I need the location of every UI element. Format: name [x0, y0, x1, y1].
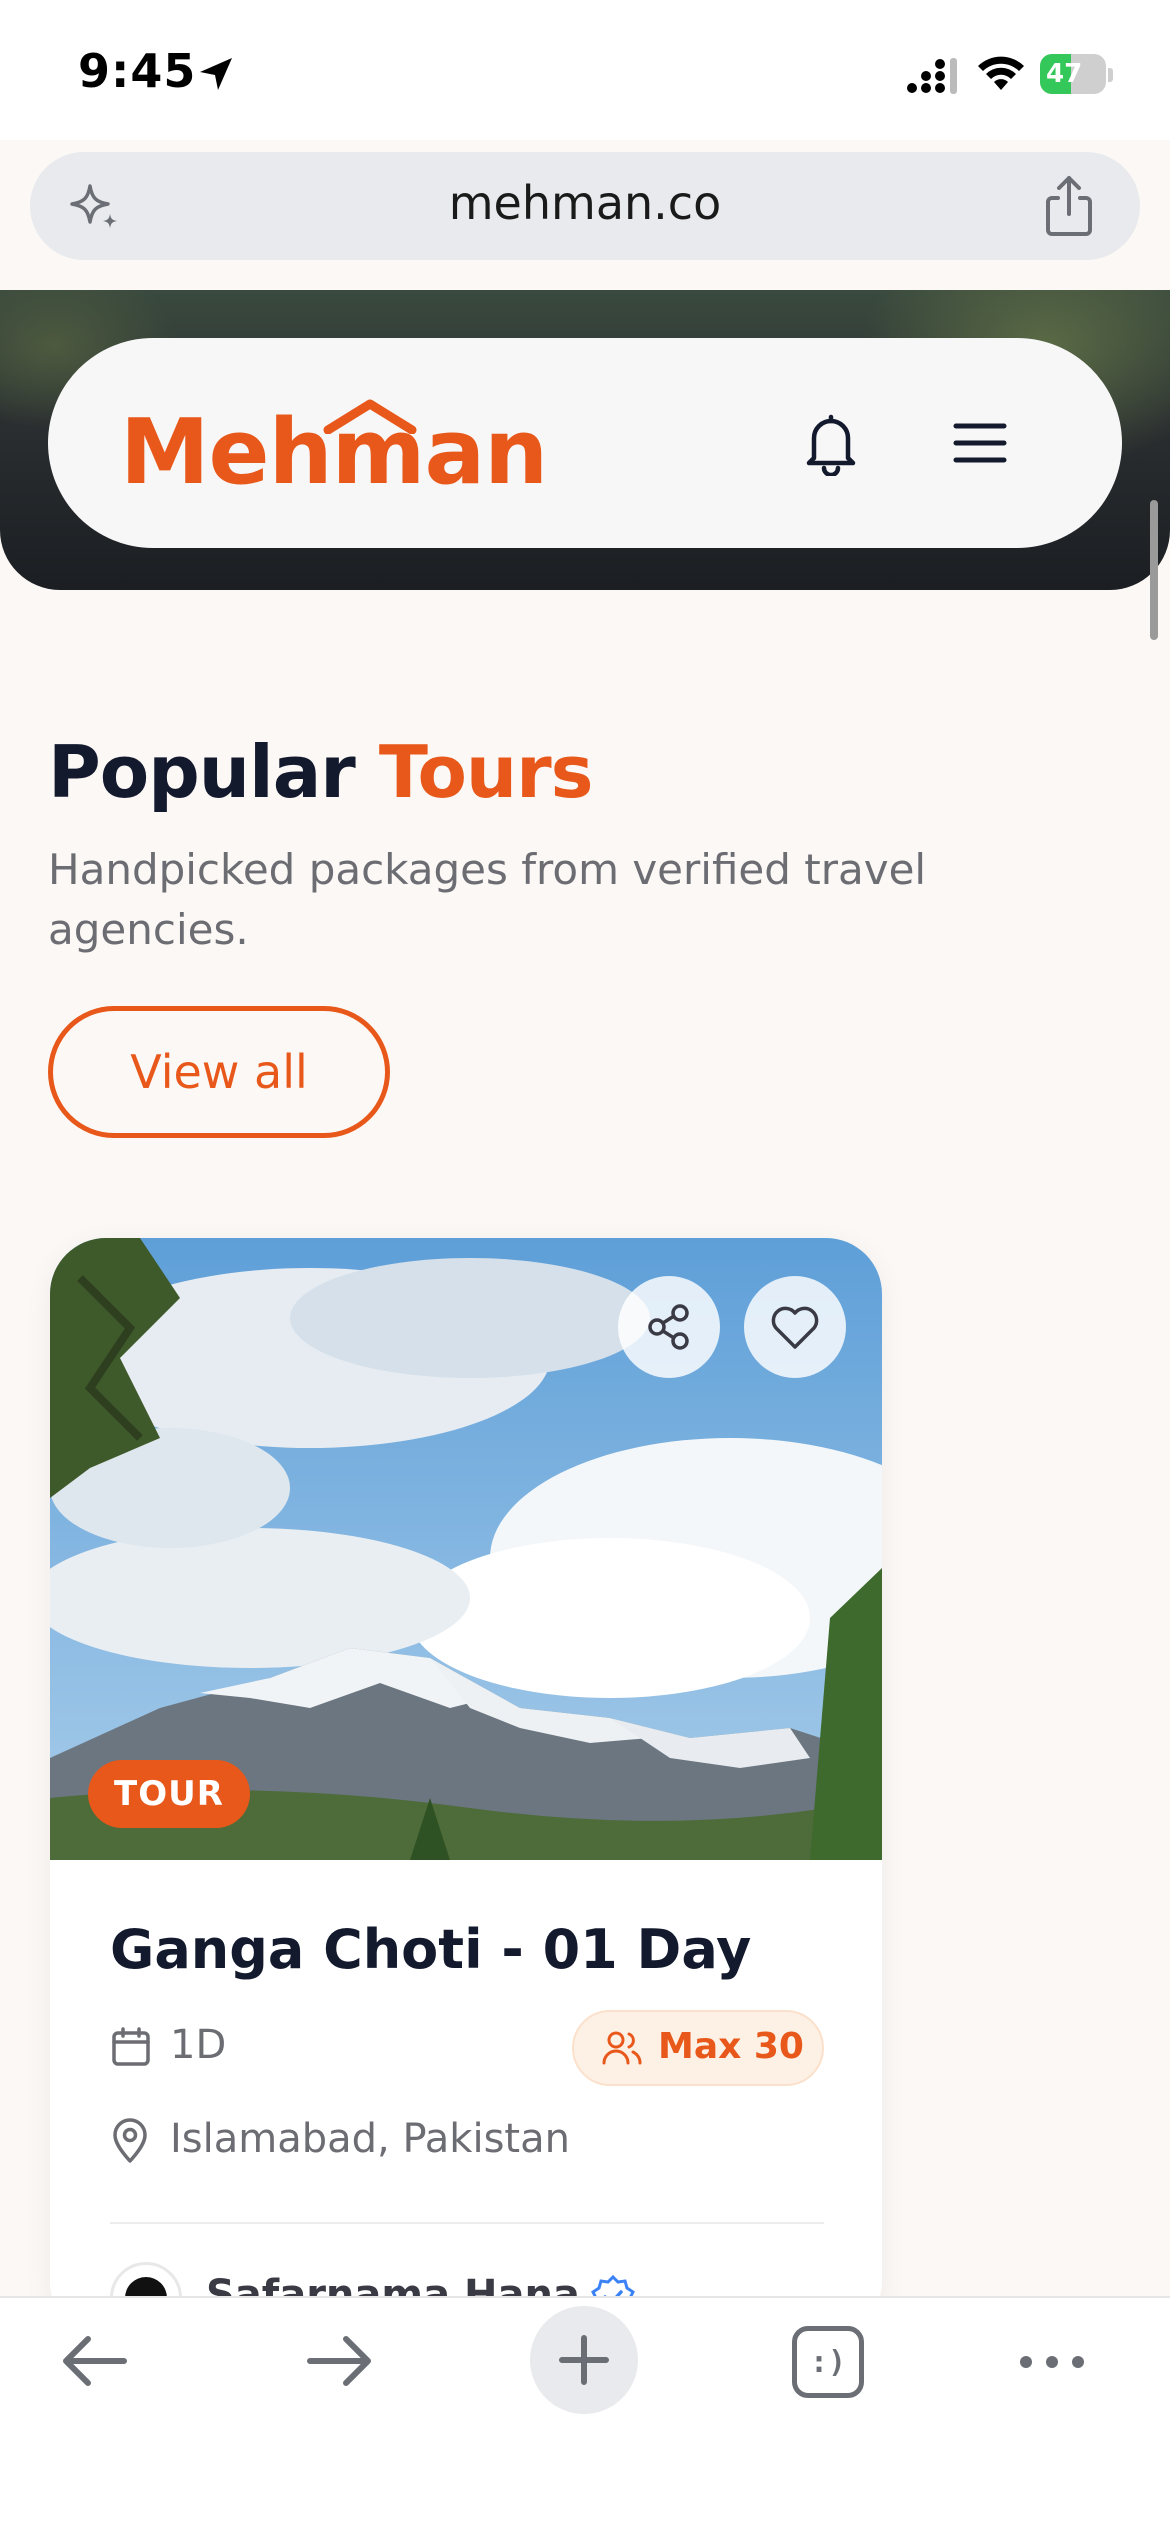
wifi-icon [978, 56, 1024, 90]
plus-icon [559, 2335, 609, 2385]
tour-duration: 1D [170, 2022, 227, 2068]
calendar-icon [112, 2027, 150, 2066]
people-icon [602, 2031, 642, 2065]
card-favorite-button[interactable] [744, 1276, 846, 1378]
view-all-button[interactable]: View all [48, 1006, 390, 1138]
new-tab-button[interactable] [530, 2306, 638, 2414]
location-arrow-icon [200, 58, 232, 90]
tour-badge: TOUR [88, 1760, 250, 1828]
map-pin-icon [113, 2118, 147, 2163]
capacity-text: Max 30 [658, 2026, 804, 2067]
scrollbar[interactable] [1150, 500, 1158, 640]
section-title-accent: Tours [378, 730, 594, 814]
share-icon[interactable] [1040, 174, 1098, 238]
url-text[interactable]: mehman.co [0, 176, 1170, 230]
battery-percent: 47 [1046, 59, 1083, 89]
bell-icon[interactable] [800, 410, 862, 476]
share-nodes-icon [648, 1304, 689, 1350]
tour-card[interactable]: TOUR Ganga Choti - 01 Day 1D Max 30 Isla… [50, 1238, 882, 2338]
tour-location: Islamabad, Pakistan [170, 2116, 570, 2162]
more-icon[interactable] [1016, 2350, 1088, 2374]
back-arrow-icon[interactable] [58, 2330, 130, 2392]
signal-icon [907, 58, 957, 94]
card-share-button[interactable] [618, 1276, 720, 1378]
section-subtitle: Handpicked packages from verified travel… [48, 845, 927, 954]
battery-icon: 47 [1040, 54, 1114, 94]
card-divider [110, 2222, 824, 2224]
status-time: 9:45 [78, 44, 197, 98]
tabs-icon[interactable]: :) [792, 2326, 864, 2398]
section-title-main: Popular [48, 730, 356, 814]
section-title: Popular Tours [48, 730, 594, 814]
forward-arrow-icon[interactable] [304, 2330, 376, 2392]
screen: 9:45 47 mehman.co Mehman Popular Tours H… [0, 0, 1170, 2532]
tour-title[interactable]: Ganga Choti - 01 Day [110, 1918, 751, 1981]
menu-icon[interactable] [950, 418, 1010, 468]
heart-icon [771, 1306, 819, 1349]
logo-roof-mark [323, 399, 417, 434]
